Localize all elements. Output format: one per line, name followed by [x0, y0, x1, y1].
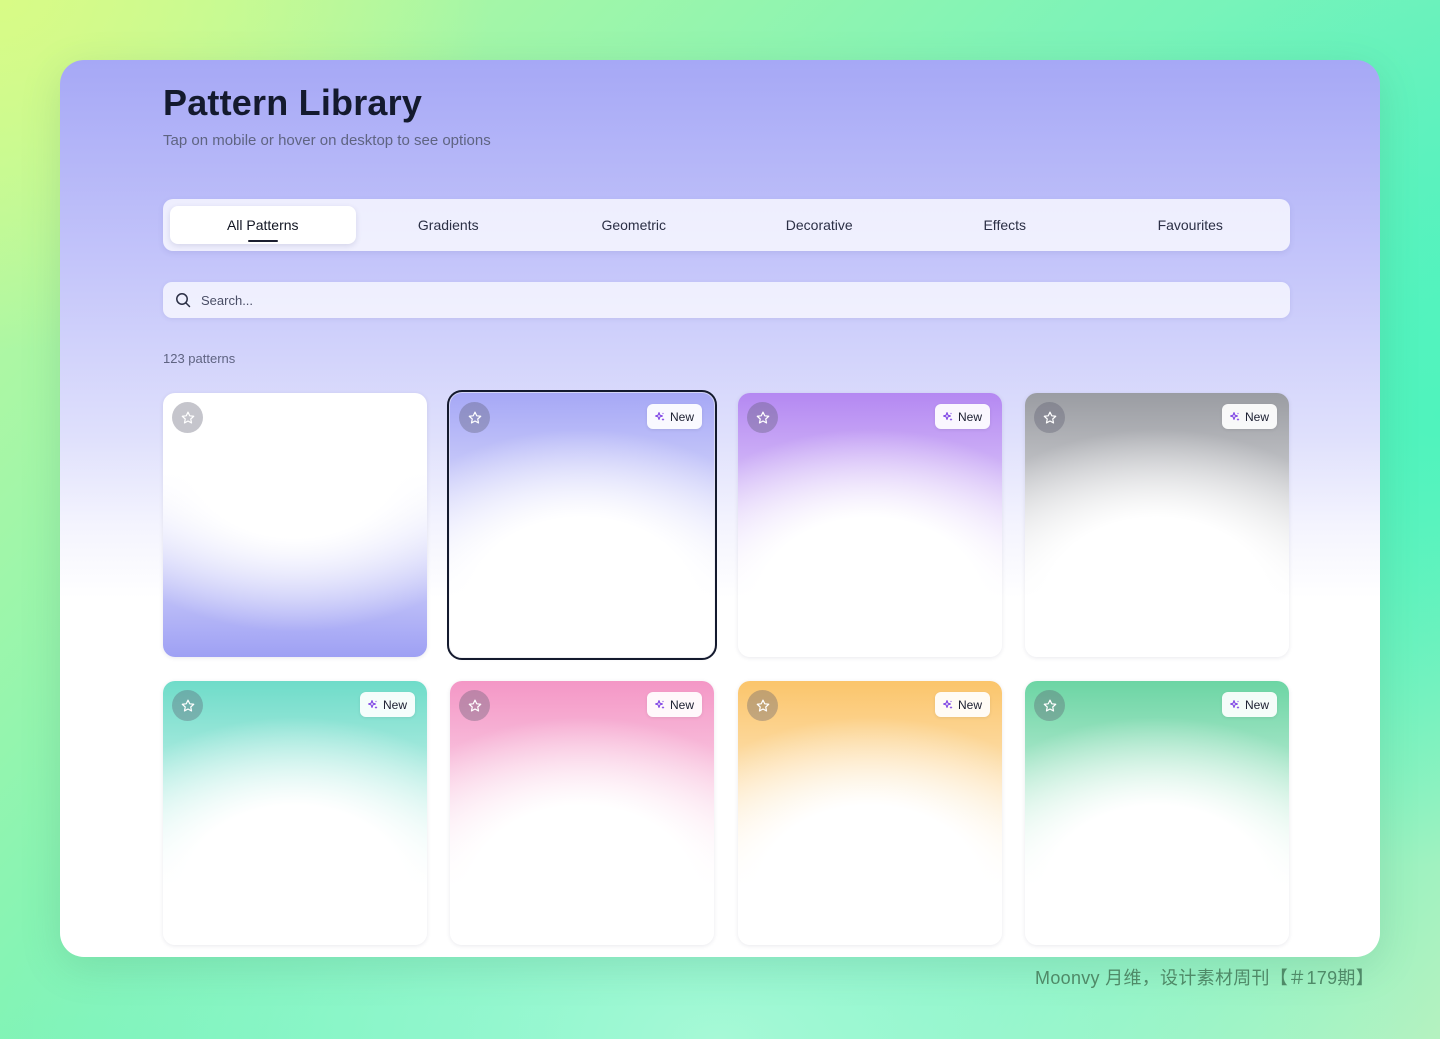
tab-gradients[interactable]: Gradients: [356, 206, 542, 244]
badge-label: New: [669, 697, 694, 712]
new-badge: New: [934, 404, 990, 429]
result-count: 123 patterns: [163, 351, 236, 366]
background-frame: Pattern Library Tap on mobile or hover o…: [0, 0, 1440, 1039]
search-bar[interactable]: [163, 282, 1290, 318]
favourite-button[interactable]: [172, 690, 203, 721]
favourite-button[interactable]: [459, 402, 490, 433]
favourite-button[interactable]: [172, 402, 203, 433]
tab-decorative[interactable]: Decorative: [727, 206, 913, 244]
badge-label: New: [957, 409, 982, 424]
badge-label: New: [382, 697, 407, 712]
pattern-card[interactable]: New: [447, 390, 717, 660]
sparkles-icon: [942, 411, 958, 423]
tab-all-patterns[interactable]: All Patterns: [170, 206, 356, 244]
page-title: Pattern Library: [163, 82, 423, 123]
badge-label: New: [957, 697, 982, 712]
app-window: Pattern Library Tap on mobile or hover o…: [60, 60, 1380, 957]
sparkles-icon: [654, 411, 670, 423]
badge-label: New: [669, 409, 694, 424]
favourite-button[interactable]: [459, 690, 490, 721]
badge-label: New: [1244, 409, 1269, 424]
pattern-card[interactable]: New: [450, 681, 714, 945]
new-badge: New: [646, 404, 702, 429]
favourite-button[interactable]: [747, 690, 778, 721]
sparkles-icon: [1229, 411, 1245, 423]
tab-label: Favourites: [1157, 217, 1223, 233]
active-tab-indicator: [247, 240, 278, 242]
page-subtitle: Tap on mobile or hover on desktop to see…: [163, 132, 491, 149]
star-icon: [755, 698, 771, 714]
sparkles-icon: [654, 699, 670, 711]
favourite-button[interactable]: [747, 402, 778, 433]
tab-geometric[interactable]: Geometric: [541, 206, 727, 244]
category-tabs: All Patterns Gradients Geometric Decorat…: [163, 199, 1290, 251]
tab-effects[interactable]: Effects: [912, 206, 1098, 244]
tab-label: Decorative: [785, 217, 853, 233]
pattern-card[interactable]: New: [738, 393, 1002, 657]
watermark: Moonvy 月维，设计素材周刊【＃179期】: [1035, 968, 1374, 988]
new-badge: New: [646, 692, 702, 717]
tab-label: Effects: [983, 217, 1027, 233]
star-icon: [1042, 698, 1058, 714]
star-icon: [467, 698, 483, 714]
star-icon: [180, 410, 196, 426]
star-icon: [1042, 410, 1058, 426]
star-icon: [467, 410, 483, 426]
new-badge: New: [1221, 692, 1277, 717]
new-badge: New: [359, 692, 415, 717]
pattern-card[interactable]: New: [1025, 681, 1289, 945]
search-input[interactable]: [199, 284, 1290, 316]
tab-label: All Patterns: [226, 217, 299, 233]
favourite-button[interactable]: [1034, 690, 1065, 721]
pattern-card[interactable]: New: [738, 681, 1002, 945]
new-badge: New: [934, 692, 990, 717]
pattern-card[interactable]: New: [1025, 393, 1289, 657]
search-icon: [176, 293, 191, 308]
tab-favourites[interactable]: Favourites: [1098, 206, 1284, 244]
favourite-button[interactable]: [1034, 402, 1065, 433]
pattern-card[interactable]: New: [163, 681, 427, 945]
pattern-card[interactable]: [163, 393, 427, 657]
sparkles-icon: [1229, 699, 1245, 711]
badge-label: New: [1244, 697, 1269, 712]
sparkles-icon: [942, 699, 958, 711]
star-icon: [180, 698, 196, 714]
tab-label: Geometric: [601, 217, 667, 233]
sparkles-icon: [367, 699, 383, 711]
star-icon: [755, 410, 771, 426]
tab-label: Gradients: [417, 217, 479, 233]
new-badge: New: [1221, 404, 1277, 429]
